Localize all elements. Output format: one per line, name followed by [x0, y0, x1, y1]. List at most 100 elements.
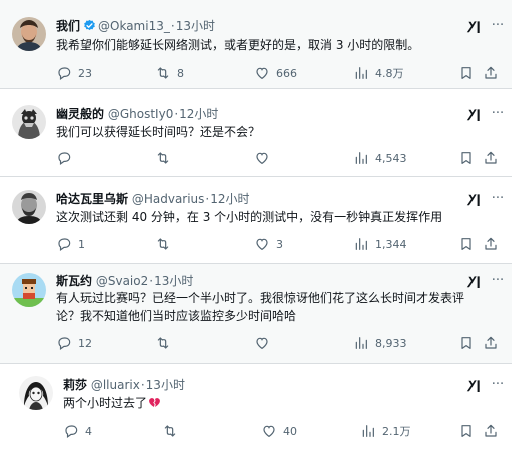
repost-icon [155, 150, 171, 166]
like-button[interactable]: 666 [254, 64, 297, 82]
author-handle[interactable]: @GhostIy0 [108, 107, 173, 121]
share-button[interactable] [483, 65, 499, 81]
views-button[interactable]: 4,543 [353, 149, 407, 167]
post-text: 我希望你们能够延长网络测试，或者更好的是，取消 3 小时的限制。 [56, 36, 419, 54]
views-count: 1,344 [375, 237, 407, 251]
avatar[interactable] [12, 273, 46, 307]
post-1[interactable]: 幽灵般的 @GhostIy0·12小时 ··· 我们可以获得延长时间吗？还是不会… [0, 89, 512, 177]
bookmark-button[interactable] [458, 150, 474, 166]
repost-button[interactable] [155, 235, 177, 253]
bookmark-button[interactable] [458, 236, 474, 252]
post-header: 哈达瓦里乌斯 @Hadvarius·12小时 [56, 192, 250, 206]
post-text-line: 我们可以获得延长时间吗？还是不会？ [56, 125, 261, 139]
grok-icon[interactable] [466, 192, 482, 206]
reply-button[interactable]: 1 [56, 235, 85, 253]
timestamp[interactable]: 13小时 [146, 378, 185, 392]
share-icon [483, 236, 499, 252]
reply-button[interactable]: 12 [56, 334, 92, 352]
action-bar: 1 3 1,344 [56, 235, 512, 253]
grok-icon[interactable] [466, 19, 482, 33]
repost-button[interactable] [162, 422, 184, 440]
broken-heart-emoji [149, 398, 160, 407]
bookmark-icon [458, 335, 474, 351]
reply-button[interactable]: 23 [56, 64, 92, 82]
reply-count: 12 [78, 336, 92, 350]
more-icon[interactable]: ··· [490, 274, 506, 290]
reply-count: 1 [78, 237, 85, 251]
action-bar: 4,543 [56, 149, 512, 167]
author-handle[interactable]: @lluarix [91, 378, 140, 392]
reply-button[interactable] [56, 149, 78, 167]
repost-icon [155, 65, 171, 81]
share-button[interactable] [483, 335, 499, 351]
author-name[interactable]: 斯瓦约 [56, 274, 92, 288]
author-handle[interactable]: @Svaio2 [96, 274, 148, 288]
like-icon [254, 335, 270, 351]
more-icon[interactable]: ··· [490, 378, 506, 394]
like-button[interactable] [254, 149, 276, 167]
repost-button[interactable] [155, 149, 177, 167]
bookmark-icon [458, 150, 474, 166]
bookmark-button[interactable] [458, 423, 474, 439]
like-button[interactable]: 3 [254, 235, 283, 253]
reply-button[interactable]: 4 [63, 422, 92, 440]
avatar[interactable] [19, 376, 53, 410]
bookmark-button[interactable] [458, 335, 474, 351]
like-count: 40 [283, 424, 297, 438]
views-button[interactable]: 2.1万 [360, 422, 411, 440]
timestamp[interactable]: 13小时 [154, 274, 193, 288]
grok-icon[interactable] [466, 107, 482, 121]
timestamp[interactable]: 12小时 [179, 107, 218, 121]
post-0[interactable]: 我们 @Okami13_·13小时 ··· 我希望你们能够延长网络测试，或者更好的… [0, 0, 512, 89]
like-button[interactable]: 40 [261, 422, 297, 440]
share-button[interactable] [483, 423, 499, 439]
like-count: 666 [276, 66, 297, 80]
views-button[interactable]: 1,344 [353, 235, 407, 253]
author-name[interactable]: 莉莎 [63, 378, 87, 392]
author-handle[interactable]: @Hadvarius [132, 192, 205, 206]
post-text-line: 这次测试还剩 40 分钟，在 3 个小时的测试中，没有一秒钟真正发挥作用 [56, 210, 443, 224]
repost-button[interactable]: 8 [155, 64, 184, 82]
repost-icon [155, 335, 171, 351]
timestamp[interactable]: 13小时 [176, 19, 215, 33]
reply-icon [56, 150, 72, 166]
author-name[interactable]: 我们 [56, 19, 80, 33]
repost-icon [155, 236, 171, 252]
grok-icon[interactable] [466, 274, 482, 288]
share-button[interactable] [483, 150, 499, 166]
repost-count: 8 [177, 66, 184, 80]
more-icon[interactable]: ··· [490, 192, 506, 208]
like-button[interactable] [254, 334, 276, 352]
author-name[interactable]: 幽灵般的 [56, 107, 104, 121]
share-icon [483, 150, 499, 166]
avatar[interactable] [12, 17, 46, 51]
avatar[interactable] [12, 190, 46, 224]
avatar[interactable] [12, 105, 46, 139]
timestamp[interactable]: 12小时 [210, 192, 249, 206]
share-button[interactable] [483, 236, 499, 252]
post-header: 幽灵般的 @GhostIy0·12小时 [56, 107, 218, 121]
reply-icon [56, 65, 72, 81]
post-2[interactable]: 哈达瓦里乌斯 @Hadvarius·12小时 ··· 这次测试还剩 40 分钟，… [0, 177, 512, 264]
post-3[interactable]: 斯瓦约 @Svaio2·13小时 ··· 有人玩过比赛吗？已经一个半小时了。我很… [0, 264, 512, 364]
like-icon [254, 236, 270, 252]
author-handle[interactable]: @Okami13_ [98, 19, 170, 33]
views-count: 2.1万 [382, 425, 411, 438]
views-icon [353, 236, 369, 252]
author-name[interactable]: 哈达瓦里乌斯 [56, 192, 128, 206]
share-icon [483, 335, 499, 351]
post-header: 莉莎 @lluarix·13小时 [63, 378, 185, 392]
bookmark-button[interactable] [458, 65, 474, 81]
repost-button[interactable] [155, 334, 177, 352]
grok-icon[interactable] [466, 378, 482, 392]
post-4[interactable]: 莉莎 @lluarix·13小时 ··· 两个小时过去了 4 40 2.1万 [0, 364, 512, 449]
more-icon[interactable]: ··· [490, 107, 506, 123]
post-header: 我们 @Okami13_·13小时 [56, 19, 215, 35]
post-text: 有人玩过比赛吗？已经一个半小时了。我很惊讶他们花了这么长时间才发表评 论？我不知… [56, 289, 464, 325]
like-icon [254, 65, 270, 81]
views-button[interactable]: 8,933 [353, 334, 407, 352]
post-text-line: 有人玩过比赛吗？已经一个半小时了。我很惊讶他们花了这么长时间才发表评 [56, 291, 465, 305]
more-icon[interactable]: ··· [490, 19, 506, 35]
post-text: 我们可以获得延长时间吗？还是不会？ [56, 123, 260, 141]
views-button[interactable]: 4.8万 [353, 64, 404, 82]
